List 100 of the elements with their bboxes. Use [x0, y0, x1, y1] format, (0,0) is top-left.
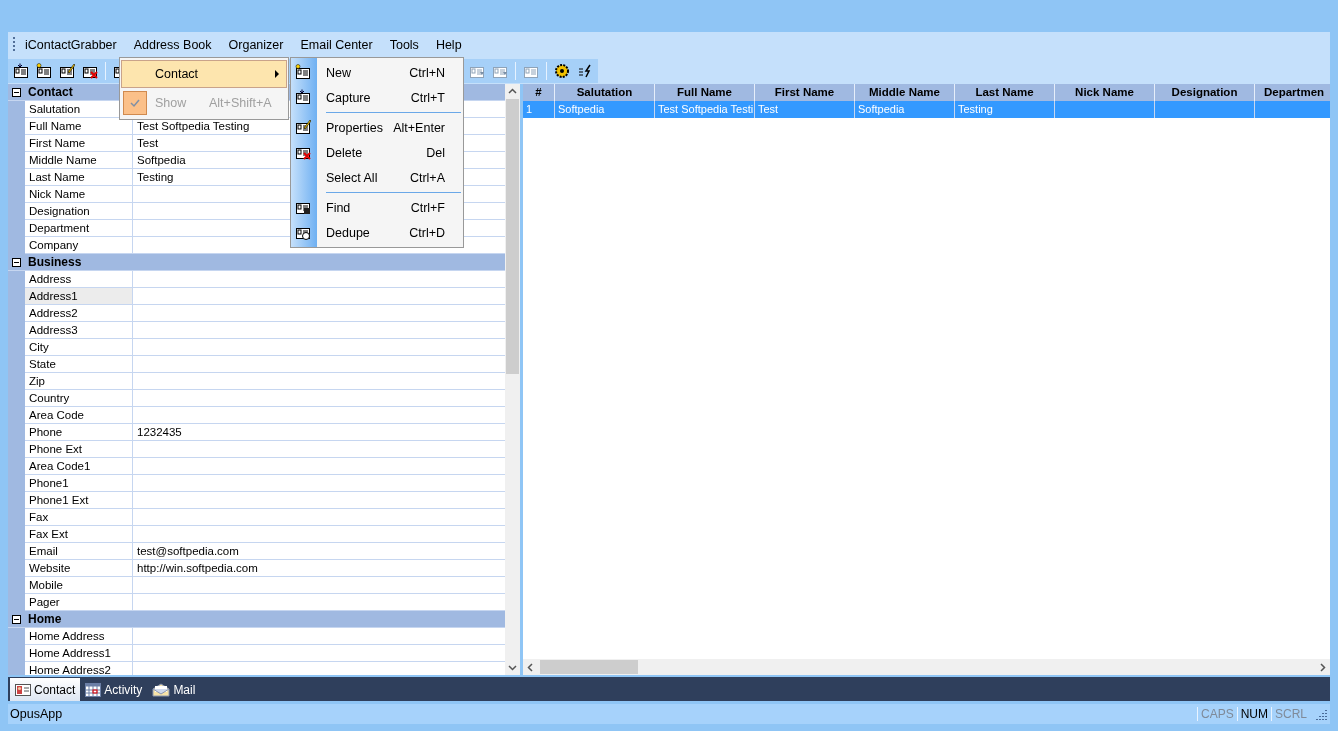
menu-option[interactable]: Dedupe Ctrl+D: [317, 220, 463, 245]
table-cell: 1: [523, 101, 555, 118]
group-header[interactable]: Home: [8, 611, 505, 628]
property-name[interactable]: Phone1 Ext: [25, 492, 133, 509]
resize-grip-icon: [1316, 708, 1328, 720]
property-name[interactable]: Pager: [25, 594, 133, 611]
property-name[interactable]: Department: [25, 220, 133, 237]
menu-item[interactable]: Tools: [381, 36, 427, 54]
scroll-thumb[interactable]: [540, 660, 638, 674]
property-name[interactable]: Address: [25, 271, 133, 288]
property-value[interactable]: http://win.softpedia.com: [137, 560, 258, 576]
card-arrow-icon: [13, 63, 29, 79]
property-name[interactable]: Phone Ext: [25, 441, 133, 458]
property-name[interactable]: Area Code1: [25, 458, 133, 475]
submenu-arrow-icon: [274, 70, 280, 78]
property-value[interactable]: 1232435: [137, 424, 182, 440]
card-star-icon: [36, 63, 52, 79]
calendar-icon: [85, 682, 102, 697]
menu-option[interactable]: New Ctrl+N: [317, 60, 463, 85]
column-header[interactable]: #: [523, 84, 555, 101]
property-value[interactable]: Testing: [137, 169, 174, 185]
card-pencil-icon: [295, 119, 311, 135]
menu-item[interactable]: Email Center: [292, 36, 381, 54]
property-name[interactable]: City: [25, 339, 133, 356]
envelope-icon: [152, 682, 171, 697]
menu-option[interactable]: Select All Ctrl+A: [317, 165, 463, 190]
card-star-icon: [295, 64, 311, 80]
status-indicator: CAPS: [1196, 707, 1237, 721]
tab[interactable]: Mail: [147, 678, 201, 701]
property-name[interactable]: Home Address1: [25, 645, 133, 662]
check-icon: [130, 98, 140, 108]
lightning-icon: [577, 63, 593, 79]
property-name[interactable]: State: [25, 356, 133, 373]
menu-item[interactable]: Address Book: [125, 36, 220, 54]
column-header[interactable]: Full Name: [655, 84, 755, 101]
property-name[interactable]: Zip: [25, 373, 133, 390]
property-value[interactable]: Test Softpedia Testing: [137, 118, 250, 134]
property-name[interactable]: Country: [25, 390, 133, 407]
property-name[interactable]: Fax: [25, 509, 133, 526]
gear-icon: [554, 63, 570, 79]
property-value[interactable]: test@softpedia.com: [137, 543, 239, 559]
property-name[interactable]: Website: [25, 560, 133, 577]
property-value[interactable]: Softpedia: [137, 152, 186, 168]
property-name[interactable]: Mobile: [25, 577, 133, 594]
collapse-icon[interactable]: [12, 257, 21, 267]
property-name[interactable]: Email: [25, 543, 133, 560]
property-name[interactable]: Last Name: [25, 169, 133, 186]
horizontal-scrollbar[interactable]: [523, 659, 1330, 675]
vertical-scrollbar[interactable]: [505, 84, 520, 675]
collapse-icon[interactable]: [12, 614, 21, 624]
group-label: Home: [27, 612, 62, 626]
property-name[interactable]: Designation: [25, 203, 133, 220]
table-cell: Testing: [955, 101, 1055, 118]
status-indicator: SCRL: [1271, 707, 1310, 721]
status-indicator: NUM: [1236, 707, 1271, 721]
status-text: OpusApp: [10, 707, 64, 721]
property-name[interactable]: Phone1: [25, 475, 133, 492]
menu-option[interactable]: Find Ctrl+F: [317, 195, 463, 220]
menu-item[interactable]: Help: [427, 36, 470, 54]
tab[interactable]: Activity: [80, 678, 148, 701]
property-name[interactable]: Address2: [25, 305, 133, 322]
property-name[interactable]: Middle Name: [25, 152, 133, 169]
menu-option[interactable]: Delete Del: [317, 140, 463, 165]
column-header[interactable]: Departmen: [1255, 84, 1330, 101]
group-label: Business: [27, 255, 82, 269]
group-header[interactable]: Business: [8, 254, 505, 271]
table-cell: Test Softpedia Testi: [655, 101, 755, 118]
table-cell: Softpedia: [855, 101, 955, 118]
menu-option[interactable]: Properties Alt+Enter: [317, 115, 463, 140]
property-value[interactable]: Test: [137, 135, 159, 151]
table-cell: Softpedia: [555, 101, 655, 118]
column-header[interactable]: Salutation: [555, 84, 655, 101]
column-header[interactable]: Last Name: [955, 84, 1055, 101]
column-header[interactable]: Nick Name: [1055, 84, 1155, 101]
contact-card-icon: [15, 682, 31, 697]
property-name[interactable]: Full Name: [25, 118, 133, 135]
card-pencil-icon: [59, 63, 75, 79]
column-header[interactable]: First Name: [755, 84, 855, 101]
property-name[interactable]: Address1: [25, 288, 133, 305]
property-name[interactable]: Home Address: [25, 628, 133, 645]
property-name[interactable]: First Name: [25, 135, 133, 152]
column-header[interactable]: Middle Name: [855, 84, 955, 101]
property-name[interactable]: Address3: [25, 322, 133, 339]
card-arrow-icon: [295, 89, 311, 105]
property-name[interactable]: Fax Ext: [25, 526, 133, 543]
collapse-icon[interactable]: [12, 87, 21, 97]
column-header[interactable]: Designation: [1155, 84, 1255, 101]
property-name[interactable]: Area Code: [25, 407, 133, 424]
scroll-thumb[interactable]: [506, 99, 519, 374]
property-name[interactable]: Nick Name: [25, 186, 133, 203]
property-name[interactable]: Phone: [25, 424, 133, 441]
grip-icon: [12, 36, 16, 54]
property-name[interactable]: Company: [25, 237, 133, 254]
menu-item[interactable]: Organizer: [220, 36, 292, 54]
menu-option[interactable]: Capture Ctrl+T: [317, 85, 463, 110]
tab[interactable]: Contact: [10, 678, 81, 701]
menu-item[interactable]: iContactGrabber: [17, 36, 125, 54]
group-label: Contact: [27, 85, 73, 99]
table-cell: Test: [755, 101, 855, 118]
menu-option[interactable]: Contact: [121, 60, 287, 88]
